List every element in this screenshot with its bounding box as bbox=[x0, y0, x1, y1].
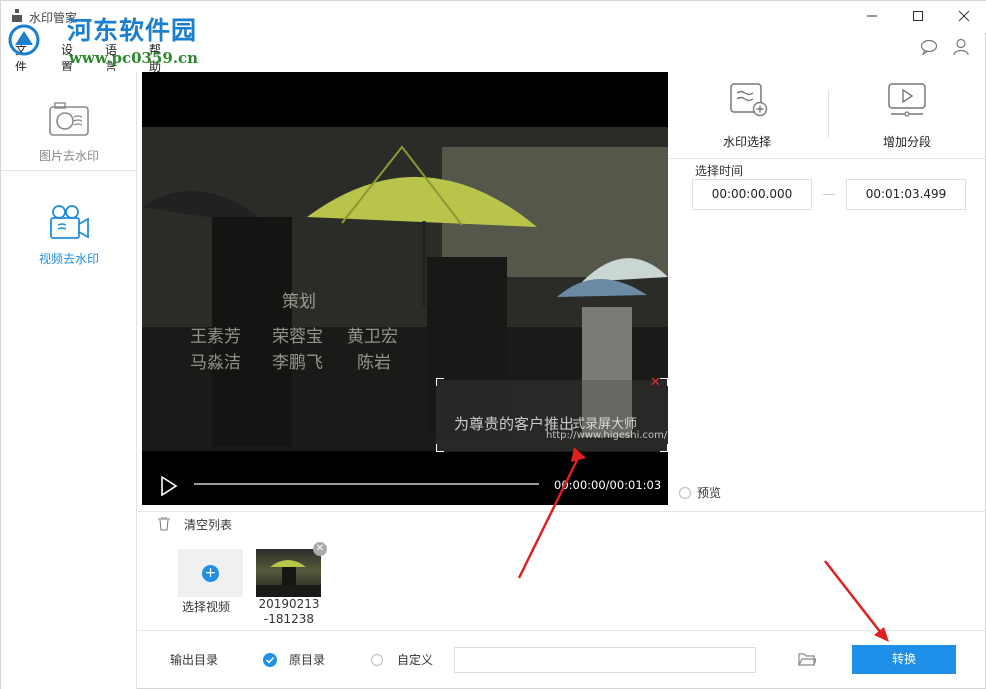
original-dir-label: 原目录 bbox=[289, 653, 326, 667]
add-segment-label: 增加分段 bbox=[882, 135, 931, 149]
check-icon[interactable] bbox=[263, 653, 277, 667]
time-range-dash bbox=[823, 194, 835, 195]
selection-corner[interactable] bbox=[436, 378, 444, 386]
original-dir-option[interactable]: 原目录 bbox=[263, 651, 325, 668]
file-name-line: 20190213 bbox=[258, 597, 320, 611]
app-window: 水印管家 文件 设置 语言 帮助 河东软件园 www.pc0359.cn 图片去… bbox=[0, 0, 986, 689]
maximize-icon bbox=[913, 11, 923, 21]
window-title: 水印管家 bbox=[29, 11, 78, 25]
list-divider bbox=[138, 511, 986, 512]
menu-language[interactable]: 语言 bbox=[105, 41, 117, 75]
start-time-field[interactable]: 00:00:00.000 bbox=[692, 179, 812, 210]
chat-icon[interactable] bbox=[919, 37, 939, 57]
video-camera-icon bbox=[50, 205, 89, 239]
trash-icon bbox=[158, 517, 170, 531]
video-thumbnail[interactable] bbox=[256, 549, 321, 597]
menu-help[interactable]: 帮助 bbox=[149, 41, 161, 75]
add-segment-button[interactable]: 增加分段 bbox=[829, 72, 985, 158]
selection-corner[interactable] bbox=[660, 444, 668, 452]
custom-dir-radio[interactable] bbox=[371, 654, 383, 666]
tools-divider bbox=[669, 158, 986, 159]
minimize-icon bbox=[867, 15, 877, 17]
thumbnail-scene bbox=[256, 560, 321, 597]
end-time-field[interactable]: 00:01:03.499 bbox=[846, 179, 966, 210]
clear-list-button[interactable]: 清空列表 bbox=[158, 516, 232, 533]
add-video-tile[interactable]: + bbox=[178, 549, 243, 597]
video-watermark-url: http://www.higeshi.com/ bbox=[546, 430, 668, 441]
sidebar: 图片去水印 视频去水印 bbox=[1, 71, 137, 689]
title-bar: 水印管家 bbox=[1, 1, 986, 33]
overlay-credit: 策划 bbox=[282, 292, 316, 312]
minimize-button[interactable] bbox=[849, 1, 895, 31]
maximize-button[interactable] bbox=[895, 1, 941, 31]
preview-label: 预览 bbox=[697, 486, 722, 500]
right-panel: 水印选择 增加分段 选择时间 00:00:00.000 00:01:03.499… bbox=[669, 72, 986, 512]
progress-bar[interactable] bbox=[194, 483, 539, 485]
overlay-credit: 李鹏飞 bbox=[272, 353, 323, 373]
menu-file[interactable]: 文件 bbox=[15, 41, 27, 75]
watermark-select-button[interactable]: 水印选择 bbox=[669, 72, 825, 158]
time-select-label: 选择时间 bbox=[695, 164, 744, 178]
player-controls: 00:00:00/00:01:03 bbox=[142, 462, 668, 505]
play-icon[interactable] bbox=[160, 476, 178, 496]
preview-radio[interactable] bbox=[679, 487, 691, 499]
watermark-select-label: 水印选择 bbox=[722, 135, 771, 149]
menu-settings[interactable]: 设置 bbox=[61, 41, 73, 75]
watermark-add-icon bbox=[730, 83, 768, 117]
playback-time: 00:00:00/00:01:03 bbox=[554, 478, 662, 492]
custom-dir-label: 自定义 bbox=[397, 653, 434, 667]
file-name: 20190213 -181238 bbox=[251, 597, 327, 627]
file-name-line: -181238 bbox=[263, 612, 315, 626]
output-path-input[interactable] bbox=[454, 647, 756, 673]
selection-corner[interactable] bbox=[660, 378, 668, 386]
overlay-credit: 黄卫宏 bbox=[347, 327, 398, 347]
annotation-arrow-convert bbox=[824, 560, 882, 634]
video-player[interactable]: 策划 王素芳 荣蓉宝 黄卫宏 马淼洁 李鹏飞 陈岩 ✕ 为尊贵的客户推出 式录屏… bbox=[142, 72, 668, 505]
overlay-credit: 陈岩 bbox=[357, 353, 391, 373]
video-segment-icon bbox=[888, 83, 926, 117]
sidebar-item-video[interactable]: 视频去水印 bbox=[1, 174, 137, 274]
output-dir-label: 输出目录 bbox=[170, 653, 219, 667]
folder-icon[interactable] bbox=[798, 651, 816, 667]
selection-corner[interactable] bbox=[436, 444, 444, 452]
overlay-credit: 王素芳 bbox=[190, 327, 241, 347]
sidebar-item-label: 图片去水印 bbox=[38, 149, 99, 163]
user-icon[interactable] bbox=[951, 37, 971, 57]
close-icon bbox=[958, 10, 970, 22]
close-button[interactable] bbox=[941, 1, 986, 31]
overlay-credit: 荣蓉宝 bbox=[272, 327, 323, 347]
overlay-credit: 马淼洁 bbox=[190, 353, 241, 373]
clear-list-label: 清空列表 bbox=[184, 518, 233, 532]
add-video-label: 选择视频 bbox=[181, 600, 230, 614]
remove-file-icon[interactable]: ✕ bbox=[313, 542, 327, 556]
sidebar-item-image[interactable]: 图片去水印 bbox=[1, 71, 137, 171]
selection-close-icon[interactable]: ✕ bbox=[650, 375, 661, 390]
plus-icon: + bbox=[202, 565, 219, 582]
preview-option[interactable]: 预览 bbox=[679, 484, 721, 501]
sidebar-item-label: 视频去水印 bbox=[38, 252, 99, 266]
image-camera-icon bbox=[49, 102, 89, 136]
site-url: www.pc0359.cn bbox=[69, 49, 199, 67]
custom-dir-option[interactable]: 自定义 bbox=[371, 651, 433, 668]
sidebar-divider bbox=[1, 170, 137, 171]
convert-button[interactable]: 转换 bbox=[852, 645, 956, 674]
bottom-divider bbox=[138, 630, 986, 631]
app-logo-icon bbox=[12, 9, 22, 22]
